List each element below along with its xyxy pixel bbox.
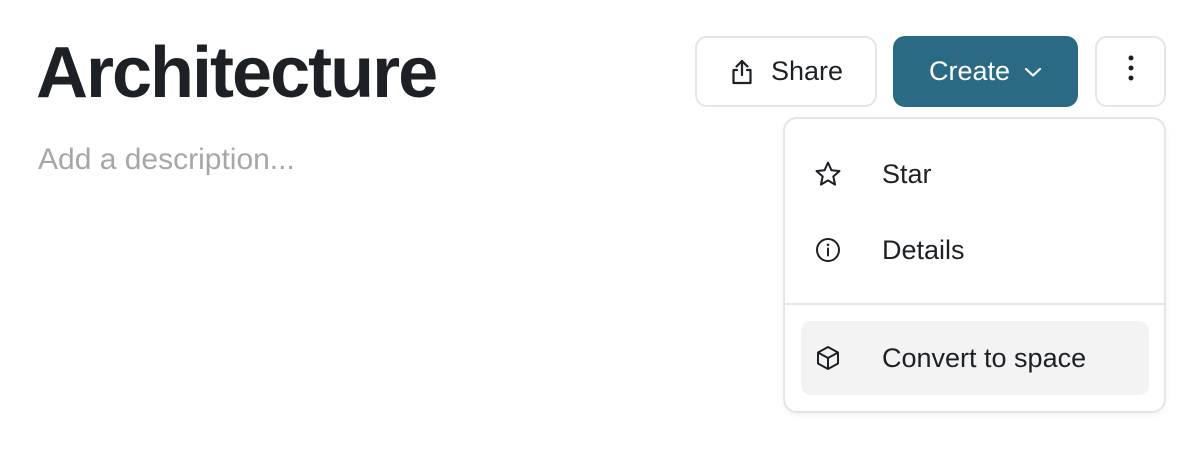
create-label: Create	[928, 56, 1011, 86]
cube-icon	[814, 344, 842, 372]
create-button[interactable]: Create	[893, 36, 1078, 107]
star-icon	[814, 160, 842, 188]
menu-item-label: Convert to space	[882, 342, 1087, 373]
info-icon	[814, 236, 842, 264]
menu-item-label: Details	[882, 234, 965, 265]
page: Architecture Add a description... Share …	[0, 0, 1204, 456]
description-placeholder[interactable]: Add a description...	[38, 140, 295, 180]
page-title[interactable]: Architecture	[36, 30, 438, 116]
share-label: Share	[770, 56, 844, 86]
menu-item-details[interactable]: Details	[801, 213, 1149, 287]
share-button[interactable]: Share	[695, 36, 877, 107]
more-vertical-icon	[1127, 54, 1135, 89]
share-icon	[729, 58, 755, 86]
more-options-button[interactable]	[1095, 36, 1166, 107]
menu-item-convert-to-space[interactable]: Convert to space	[801, 321, 1149, 395]
menu-divider	[785, 303, 1164, 305]
chevron-down-icon	[1024, 66, 1042, 78]
more-options-menu: Star Details Convert to space	[783, 117, 1166, 413]
menu-item-star[interactable]: Star	[801, 137, 1149, 211]
menu-item-label: Star	[882, 158, 932, 189]
